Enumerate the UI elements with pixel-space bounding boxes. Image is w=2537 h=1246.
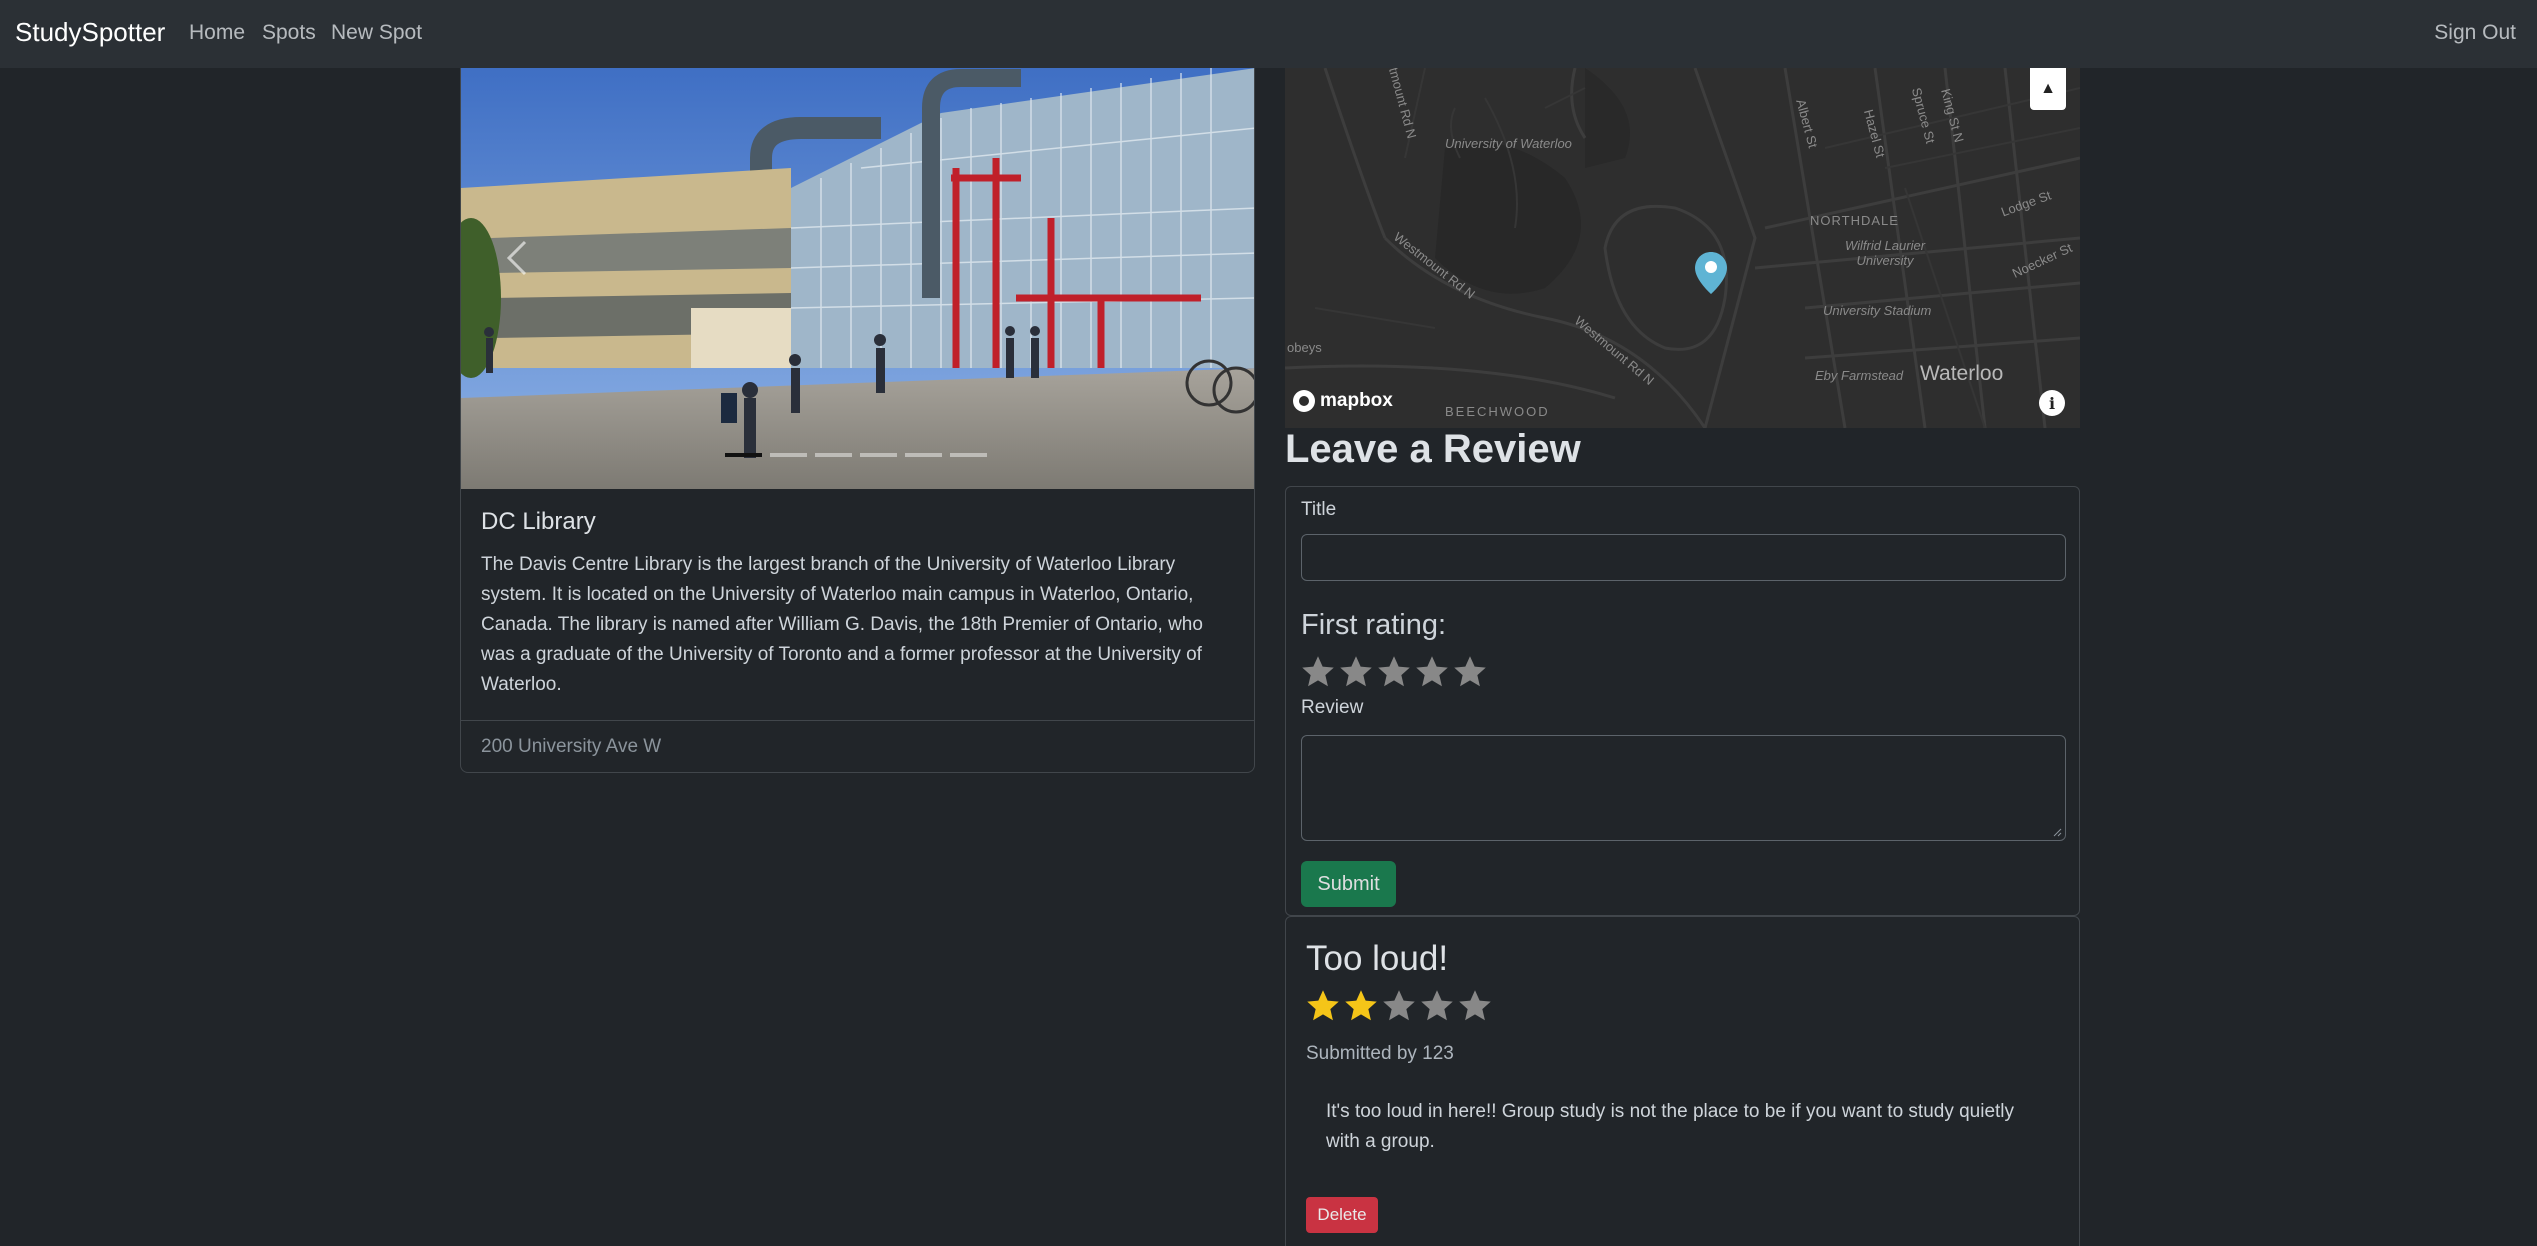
review-card: Too loud! Submitted by 123 It's too loud… [1285,916,2080,1246]
review-form: Title First rating: Review Submit [1285,486,2080,916]
carousel-indicator-2[interactable] [770,453,807,457]
mapbox-wordmark: mapbox [1320,390,1393,411]
review-textarea[interactable] [1301,735,2066,841]
review-form-heading: Leave a Review [1285,427,1581,471]
spot-address: 200 University Ave W [461,720,1254,772]
carousel-indicator-6[interactable] [950,453,987,457]
rating-input[interactable] [1300,654,1488,690]
carousel-indicators [725,453,987,457]
nav-spots-link[interactable]: Spots [262,21,316,45]
navbar: StudySpotter Home Spots New Spot Sign Ou… [0,0,2537,68]
spot-map[interactable]: University of Waterloo Westmount Rd N We… [1285,68,2080,428]
review-author: Submitted by 123 [1306,1043,1454,1064]
library-photo [461,68,1254,489]
review-label: Review [1301,697,1364,718]
mapbox-logo-icon [1293,390,1315,412]
title-input[interactable] [1301,534,2066,581]
spot-description: The Davis Centre Library is the largest … [481,554,1203,695]
nav-new-spot-link[interactable]: New Spot [331,21,422,45]
map-label-university: University of Waterloo [1445,136,1572,151]
star-filled-icon [1307,990,1339,1021]
resize-handle-icon[interactable] [2052,827,2062,837]
chevron-left-icon [506,240,527,276]
star-icon[interactable] [1452,654,1488,690]
spot-card: DC Library The Davis Centre Library is t… [460,68,1255,773]
carousel-indicator-3[interactable] [815,453,852,457]
star-empty-icon [1421,990,1453,1021]
brand-link[interactable]: StudySpotter [15,17,165,48]
submit-button[interactable]: Submit [1301,861,1396,907]
spot-title: DC Library [481,508,596,535]
star-empty-icon [1459,990,1491,1021]
map-label-northdale: NORTHDALE [1810,213,1899,228]
star-icon[interactable] [1338,654,1374,690]
star-filled-icon [1345,990,1377,1021]
map-label-waterloo: Waterloo [1920,362,2004,385]
review-rating [1305,988,1493,1024]
map-label-stadium: University Stadium [1823,303,1932,318]
star-icon[interactable] [1414,654,1450,690]
carousel-indicator-5[interactable] [905,453,942,457]
compass-icon[interactable]: ▲ [2030,68,2066,110]
map-marker-icon[interactable] [1693,250,1729,296]
star-icon[interactable] [1376,654,1412,690]
sign-out-link[interactable]: Sign Out [2434,21,2516,45]
spot-card-body: DC Library The Davis Centre Library is t… [481,508,1236,700]
image-carousel [461,68,1254,489]
star-icon[interactable] [1300,654,1336,690]
info-icon[interactable]: i [2039,390,2065,416]
delete-review-button[interactable]: Delete [1306,1197,1378,1233]
star-empty-icon [1383,990,1415,1021]
map-label-beechwood: BEECHWOOD [1445,404,1550,419]
map-label-obeys: obeys [1287,340,1322,355]
title-label: Title [1301,499,1337,520]
review-title: Too loud! [1306,939,1449,978]
map-label-farmstead: Eby Farmstead [1815,368,1904,383]
rating-label: First rating: [1301,609,1447,641]
carousel-indicator-4[interactable] [860,453,897,457]
mapbox-logo[interactable]: mapbox [1293,390,1393,412]
map-label-wilfrid: Wilfrid Laurier University [1844,238,1926,268]
nav-home-link[interactable]: Home [189,21,245,45]
review-body: It's too loud in here!! Group study is n… [1326,1101,2015,1152]
carousel-indicator-1[interactable] [725,453,762,457]
carousel-prev-button[interactable] [497,228,537,288]
